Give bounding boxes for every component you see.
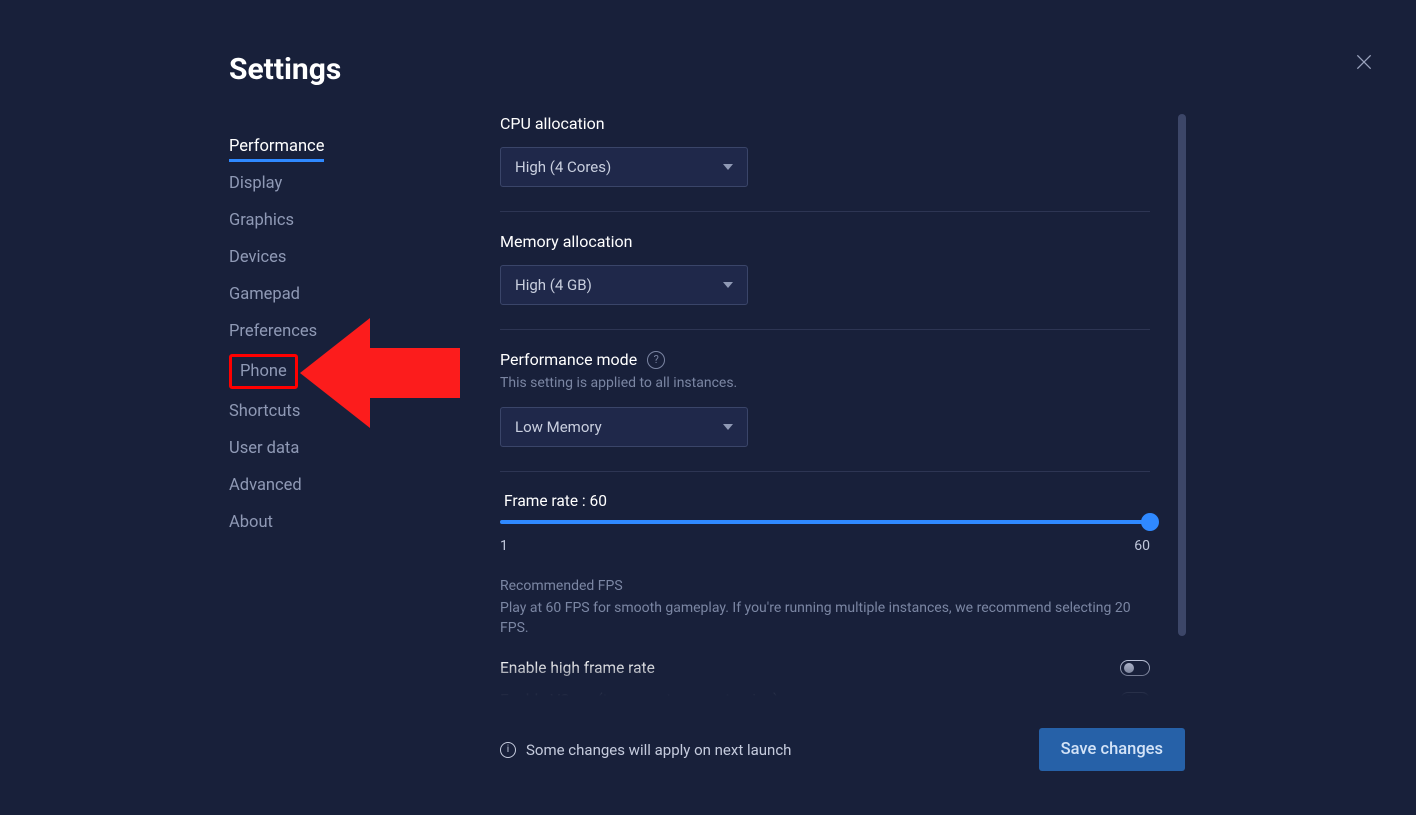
section-memory-allocation: Memory allocation High (4 GB) — [500, 232, 1150, 330]
sidebar-item-performance[interactable]: Performance — [229, 128, 429, 165]
sidebar-item-gamepad[interactable]: Gamepad — [229, 276, 429, 313]
section-performance-mode: Performance mode ? This setting is appli… — [500, 350, 1150, 472]
sidebar-item-user-data[interactable]: User data — [229, 430, 429, 467]
footer-notice: Some changes will apply on next launch — [526, 741, 791, 759]
sidebar-item-label: Graphics — [229, 211, 294, 230]
select-value: Low Memory — [515, 418, 602, 436]
cpu-allocation-select[interactable]: High (4 Cores) — [500, 147, 748, 187]
sidebar-item-label: Advanced — [229, 476, 302, 495]
sidebar-item-label: Devices — [229, 248, 286, 267]
sidebar-item-label: Preferences — [229, 322, 317, 341]
select-value: High (4 Cores) — [515, 158, 611, 176]
toggle-knob — [1124, 663, 1134, 673]
chevron-down-icon — [723, 164, 733, 170]
settings-main: CPU allocation High (4 Cores) Memory all… — [500, 114, 1185, 696]
section-label: CPU allocation — [500, 114, 1150, 133]
section-label: Memory allocation — [500, 232, 1150, 251]
sidebar-item-label: Gamepad — [229, 285, 300, 304]
toggle-row-high-fps: Enable high frame rate — [500, 659, 1150, 677]
section-label: Performance mode ? — [500, 350, 1150, 369]
sidebar-item-label: Phone — [240, 362, 287, 381]
sidebar-item-shortcuts[interactable]: Shortcuts — [229, 393, 429, 430]
sidebar-item-label: Shortcuts — [229, 402, 300, 421]
memory-allocation-select[interactable]: High (4 GB) — [500, 265, 748, 305]
toggle-knob — [1124, 695, 1134, 696]
close-button[interactable] — [1348, 46, 1380, 78]
section-label-text: Performance mode — [500, 350, 637, 369]
toggle-row-vsync: Enable VSync (to prevent screen tearing) — [500, 691, 1150, 696]
enable-high-frame-rate-toggle[interactable] — [1120, 660, 1150, 676]
sidebar-item-graphics[interactable]: Graphics — [229, 202, 429, 239]
close-icon — [1354, 52, 1374, 72]
section-cpu-allocation: CPU allocation High (4 Cores) — [500, 114, 1150, 212]
enable-vsync-toggle[interactable] — [1120, 692, 1150, 696]
toggle-label: Enable high frame rate — [500, 659, 655, 677]
help-icon[interactable]: ? — [647, 351, 665, 369]
recommended-fps-label: Recommended FPS — [500, 578, 1150, 594]
sidebar-item-about[interactable]: About — [229, 504, 429, 541]
slider-max: 60 — [1134, 538, 1150, 554]
sidebar-item-label: User data — [229, 439, 299, 458]
scrollbar[interactable] — [1178, 114, 1186, 636]
sidebar-item-label: About — [229, 513, 273, 532]
select-value: High (4 GB) — [515, 276, 592, 294]
toggle-label: Enable VSync (to prevent screen tearing) — [500, 691, 779, 696]
footer: i Some changes will apply on next launch… — [500, 728, 1185, 771]
section-hint: This setting is applied to all instances… — [500, 375, 1150, 391]
sidebar-item-devices[interactable]: Devices — [229, 239, 429, 276]
slider-min: 1 — [500, 538, 508, 554]
page-title: Settings — [229, 52, 341, 87]
info-icon: i — [500, 742, 516, 758]
sidebar-item-display[interactable]: Display — [229, 165, 429, 202]
sidebar-item-advanced[interactable]: Advanced — [229, 467, 429, 504]
performance-mode-select[interactable]: Low Memory — [500, 407, 748, 447]
sidebar: Performance Display Graphics Devices Gam… — [229, 128, 429, 541]
sidebar-item-preferences[interactable]: Preferences — [229, 313, 429, 350]
frame-rate-label: Frame rate : 60 — [500, 492, 1150, 510]
chevron-down-icon — [723, 424, 733, 430]
section-frame-rate: Frame rate : 60 1 60 Recommended FPS Pla… — [500, 492, 1150, 696]
sidebar-item-phone[interactable]: Phone — [229, 354, 298, 389]
sidebar-item-label: Display — [229, 174, 282, 193]
frame-rate-slider[interactable] — [500, 520, 1150, 524]
recommended-fps-body: Play at 60 FPS for smooth gameplay. If y… — [500, 598, 1150, 639]
sidebar-item-label: Performance — [229, 137, 324, 162]
slider-thumb[interactable] — [1141, 513, 1159, 531]
save-button[interactable]: Save changes — [1039, 728, 1185, 771]
chevron-down-icon — [723, 282, 733, 288]
